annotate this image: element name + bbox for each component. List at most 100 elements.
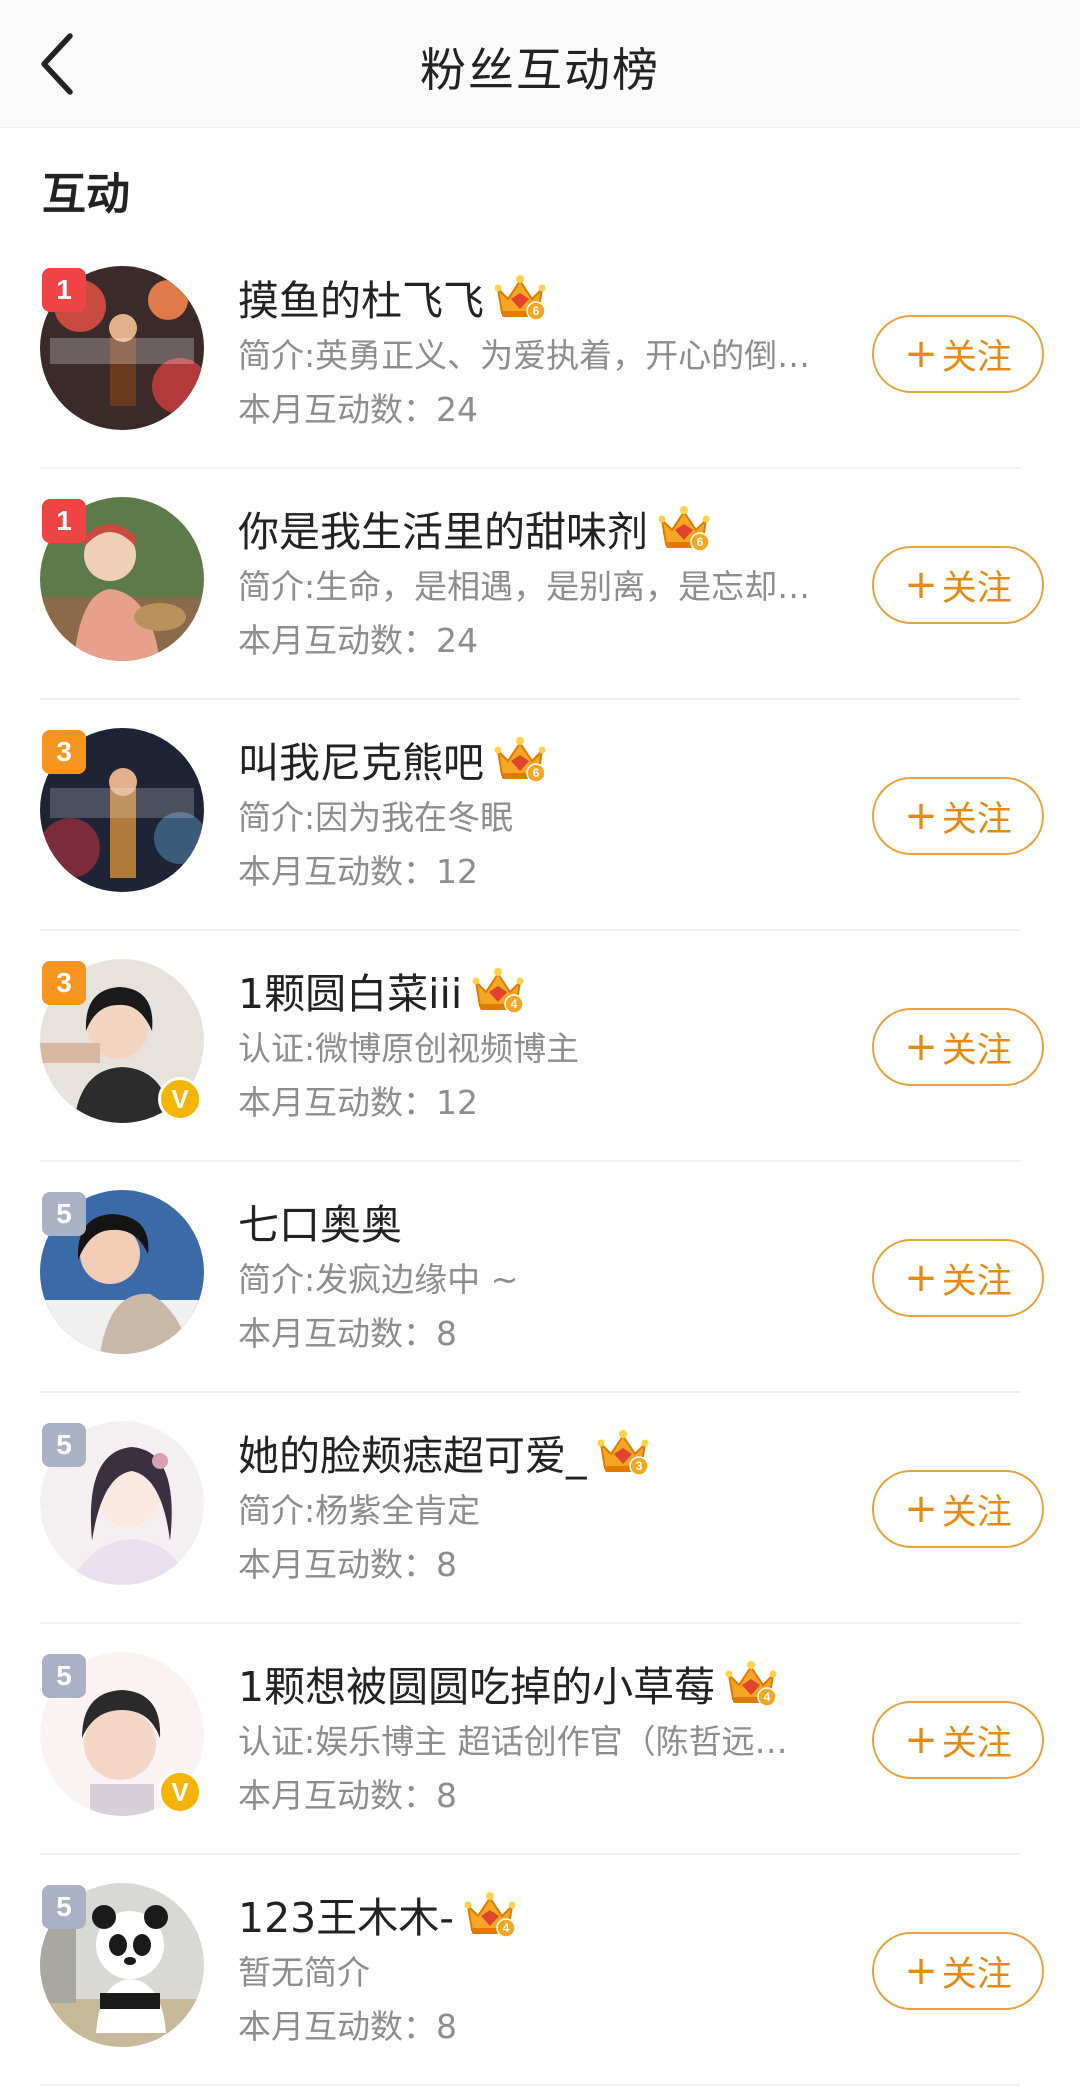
verified-icon: V [158, 1077, 202, 1121]
fan-list: 1 摸鱼的杜飞飞 6 简介:英勇正义、为爱执着，开心的倒… 本月互动数：24 + 关注 1 你是… [0, 238, 1080, 2086]
avatar[interactable]: 5 [40, 1421, 204, 1585]
follow-button[interactable]: + 关注 [872, 1932, 1044, 2010]
fan-name[interactable]: 1颗想被圆圆吃掉的小草莓 [238, 1653, 715, 1713]
fan-info: 她的脸颊痣超可爱_ 3 简介:杨紫全肯定本月互动数：8 [238, 1423, 838, 1589]
name-line: 123王木木- 4 [238, 1885, 838, 1943]
follow-label: 关注 [941, 1954, 1012, 1995]
count-value: 24 [436, 621, 478, 660]
svg-text:6: 6 [533, 766, 540, 780]
crown-level-icon: 4 [464, 1890, 516, 1938]
avatar[interactable]: 3 [40, 728, 204, 892]
svg-text:4: 4 [764, 1690, 771, 1704]
rank-badge: 5 [42, 1654, 86, 1698]
verified-icon: V [158, 1770, 202, 1814]
fan-info: 1颗圆白菜iii 4 认证:微博原创视频博主 本月互动数：12 [238, 961, 838, 1127]
follow-button[interactable]: + 关注 [872, 546, 1044, 624]
interaction-count: 本月互动数：8 [238, 1541, 838, 1589]
svg-text:4: 4 [511, 997, 518, 1011]
svg-text:4: 4 [503, 1921, 510, 1935]
fan-name[interactable]: 123王木木- [238, 1884, 454, 1944]
top-bar: 粉丝互动榜 [0, 0, 1080, 128]
interaction-count: 本月互动数：8 [238, 1310, 838, 1358]
follow-label: 关注 [941, 1492, 1012, 1533]
svg-text:3: 3 [635, 1459, 642, 1473]
follow-label: 关注 [941, 1030, 1012, 1071]
fan-name[interactable]: 七口奥奥 [238, 1191, 402, 1251]
count-label: 本月互动数： [238, 1776, 436, 1815]
avatar[interactable]: 5 [40, 1883, 204, 2047]
avatar[interactable]: 1 [40, 497, 204, 661]
plus-icon: + [904, 1717, 938, 1763]
list-item[interactable]: 5 七口奥奥简介:发疯边缘中 ~ 本月互动数：8 + 关注 [0, 1162, 1080, 1393]
count-value: 12 [436, 852, 478, 891]
crown-level-icon: 3 [597, 1428, 649, 1476]
follow-label: 关注 [941, 1261, 1012, 1302]
fan-bio: 暂无简介 [238, 1953, 370, 1992]
interaction-count: 本月互动数：8 [238, 1772, 838, 1820]
count-label: 本月互动数： [238, 1083, 436, 1122]
rank-badge: 5 [42, 1192, 86, 1236]
fan-name[interactable]: 叫我尼克熊吧 [238, 729, 484, 789]
plus-icon: + [904, 793, 938, 839]
name-line: 她的脸颊痣超可爱_ 3 [238, 1423, 838, 1481]
follow-label: 关注 [941, 568, 1012, 609]
count-value: 24 [436, 390, 478, 429]
fan-bio: 简介:发疯边缘中 ~ [238, 1260, 519, 1299]
fan-name[interactable]: 摸鱼的杜飞飞 [238, 267, 484, 327]
fan-info: 1颗想被圆圆吃掉的小草莓 4 认证:娱乐博主 超话创作官（陈哲远… 本月互动数：8 [238, 1654, 838, 1820]
count-value: 12 [436, 1083, 478, 1122]
rank-badge: 1 [42, 268, 86, 312]
name-line: 1颗圆白菜iii 4 [238, 961, 838, 1019]
rank-badge: 5 [42, 1885, 86, 1929]
avatar[interactable]: 3V [40, 959, 204, 1123]
name-line: 你是我生活里的甜味剂 6 [238, 499, 838, 557]
follow-button[interactable]: + 关注 [872, 777, 1044, 855]
plus-icon: + [904, 1255, 938, 1301]
plus-icon: + [904, 562, 938, 608]
rank-badge: 3 [42, 730, 86, 774]
fan-info: 摸鱼的杜飞飞 6 简介:英勇正义、为爱执着，开心的倒… 本月互动数：24 [238, 268, 838, 434]
fan-bio: 简介:因为我在冬眠 [238, 798, 514, 837]
name-line: 1颗想被圆圆吃掉的小草莓 4 [238, 1654, 838, 1712]
follow-button[interactable]: + 关注 [872, 315, 1044, 393]
ranking-card: 互动 1 摸鱼的杜飞飞 6 简介:英勇正义、为爱执着，开心的倒… 本月互动数：24 + 关注… [0, 128, 1080, 2086]
count-label: 本月互动数： [238, 1314, 436, 1353]
avatar[interactable]: 5V [40, 1652, 204, 1816]
list-item[interactable]: 5 123王木木- 4 暂无简介 本月互动数：8 + 关注 [0, 1855, 1080, 2086]
list-item[interactable]: 1 摸鱼的杜飞飞 6 简介:英勇正义、为爱执着，开心的倒… 本月互动数：24 + 关注 [0, 238, 1080, 469]
interaction-count: 本月互动数：12 [238, 848, 838, 896]
name-line: 摸鱼的杜飞飞 6 [238, 268, 838, 326]
crown-level-icon: 6 [494, 273, 546, 321]
fan-name[interactable]: 你是我生活里的甜味剂 [238, 498, 648, 558]
list-item[interactable]: 3 叫我尼克熊吧 6 简介:因为我在冬眠 本月互动数：12 + 关注 [0, 700, 1080, 931]
count-value: 8 [436, 1545, 457, 1584]
svg-text:6: 6 [697, 535, 704, 549]
count-label: 本月互动数： [238, 852, 436, 891]
rank-badge: 3 [42, 961, 86, 1005]
follow-button[interactable]: + 关注 [872, 1701, 1044, 1779]
list-item[interactable]: 1 你是我生活里的甜味剂 6 简介:生命，是相遇，是别离，是忘却… 本月互动数：24 + 关… [0, 469, 1080, 700]
fan-name[interactable]: 1颗圆白菜iii [238, 960, 462, 1020]
fan-info: 叫我尼克熊吧 6 简介:因为我在冬眠 本月互动数：12 [238, 730, 838, 896]
follow-button[interactable]: + 关注 [872, 1239, 1044, 1317]
fan-name[interactable]: 她的脸颊痣超可爱_ [238, 1422, 587, 1482]
rank-badge: 5 [42, 1423, 86, 1467]
follow-button[interactable]: + 关注 [872, 1470, 1044, 1548]
interaction-count: 本月互动数：24 [238, 617, 838, 665]
count-label: 本月互动数： [238, 390, 436, 429]
fan-bio: 简介:杨紫全肯定 [238, 1491, 481, 1530]
count-value: 8 [436, 1776, 457, 1815]
list-item[interactable]: 5 她的脸颊痣超可爱_ 3 简介:杨紫全肯定本月互动数：8 + 关注 [0, 1393, 1080, 1624]
follow-button[interactable]: + 关注 [872, 1008, 1044, 1086]
follow-label: 关注 [941, 337, 1012, 378]
interaction-count: 本月互动数：24 [238, 386, 838, 434]
list-item[interactable]: 3 V 1颗圆白菜iii 4 认证:微博原创视频博主 本月互动数：12 + 关注 [0, 931, 1080, 1162]
section-title: 互动 [42, 169, 130, 220]
avatar[interactable]: 5 [40, 1190, 204, 1354]
name-line: 七口奥奥 [238, 1192, 838, 1250]
count-value: 8 [436, 1314, 457, 1353]
list-item[interactable]: 5 V 1颗想被圆圆吃掉的小草莓 4 认证:娱乐博主 超话创作官（陈哲远… 本月互动数：8… [0, 1624, 1080, 1855]
avatar[interactable]: 1 [40, 266, 204, 430]
follow-label: 关注 [941, 1723, 1012, 1764]
count-label: 本月互动数： [238, 621, 436, 660]
